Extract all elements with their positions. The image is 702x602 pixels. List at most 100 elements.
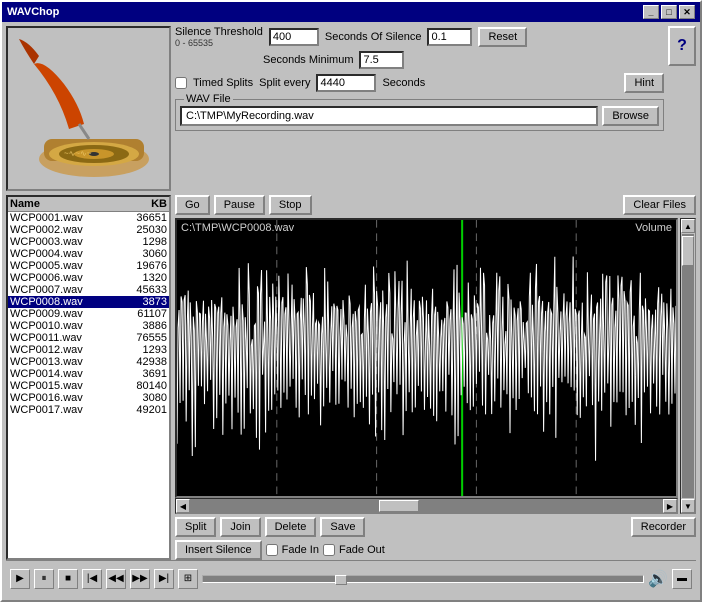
delete-button[interactable]: Delete: [265, 517, 317, 537]
list-item[interactable]: WCP0004.wav3060: [8, 248, 169, 260]
options-button[interactable]: ⊞: [178, 569, 198, 589]
fade-in-checkbox[interactable]: [266, 544, 278, 556]
file-kb: 61107: [112, 308, 167, 320]
split-every-input[interactable]: [316, 74, 376, 92]
play-button[interactable]: ▶: [10, 569, 30, 589]
stop-player-button[interactable]: ■: [58, 569, 78, 589]
file-kb: 19676: [112, 260, 167, 272]
file-kb: 3691: [112, 368, 167, 380]
file-kb: 36651: [112, 212, 167, 224]
bottom-buttons: Split Join Delete Save Recorder: [175, 517, 696, 537]
title-controls: _ □ ✕: [643, 5, 695, 19]
list-item[interactable]: WCP0007.wav45633: [8, 284, 169, 296]
file-name: WCP0011.wav: [10, 332, 112, 344]
file-kb: 1298: [112, 236, 167, 248]
scroll-track-h[interactable]: [190, 499, 663, 513]
list-item[interactable]: WCP0014.wav3691: [8, 368, 169, 380]
list-item[interactable]: WCP0012.wav1293: [8, 344, 169, 356]
file-list-panel[interactable]: Name KB WCP0001.wav36651WCP0002.wav25030…: [6, 195, 171, 560]
svg-text:~∿~∿~: ~∿~∿~: [64, 149, 92, 158]
file-kb: 76555: [112, 332, 167, 344]
hint-button[interactable]: Hint: [624, 73, 664, 93]
timed-splits-row: Timed Splits Split every Seconds Hint: [175, 73, 664, 93]
timed-splits-checkbox[interactable]: [175, 77, 187, 89]
help-button[interactable]: ?: [668, 26, 696, 66]
file-name: WCP0003.wav: [10, 236, 112, 248]
maximize-button[interactable]: □: [661, 5, 677, 19]
top-section: ~∿~∿~ Silence Threshold 0 - 65535 Secon: [6, 26, 696, 191]
wav-file-group: WAV File Browse: [175, 99, 664, 131]
save-button[interactable]: Save: [320, 517, 365, 537]
scroll-thumb-v[interactable]: [682, 236, 694, 266]
list-item[interactable]: WCP0011.wav76555: [8, 332, 169, 344]
scroll-up-button[interactable]: ▲: [681, 219, 695, 233]
wav-path-input[interactable]: [180, 106, 598, 126]
list-item[interactable]: WCP0016.wav3080: [8, 392, 169, 404]
close-button[interactable]: ✕: [679, 5, 695, 19]
go-button[interactable]: Go: [175, 195, 210, 215]
clear-files-button[interactable]: Clear Files: [623, 195, 696, 215]
file-kb: 42938: [112, 356, 167, 368]
list-item[interactable]: WCP0013.wav42938: [8, 356, 169, 368]
file-name: WCP0007.wav: [10, 284, 112, 296]
fade-in-label: Fade In: [282, 544, 319, 556]
silence-block: Silence Threshold 0 - 65535 Seconds Of S…: [175, 26, 664, 69]
file-kb: 80140: [112, 380, 167, 392]
player-track[interactable]: [202, 575, 644, 583]
file-list-header: Name KB: [8, 197, 169, 212]
stop-button[interactable]: Stop: [269, 195, 312, 215]
list-item[interactable]: WCP0017.wav49201: [8, 404, 169, 416]
browse-button[interactable]: Browse: [602, 106, 659, 126]
list-item[interactable]: WCP0005.wav19676: [8, 260, 169, 272]
reset-button[interactable]: Reset: [478, 27, 527, 47]
next-button[interactable]: ▶|: [154, 569, 174, 589]
list-item[interactable]: WCP0015.wav80140: [8, 380, 169, 392]
fade-out-checkbox[interactable]: [323, 544, 335, 556]
rew-button[interactable]: ◀◀: [106, 569, 126, 589]
pause-button[interactable]: Pause: [214, 195, 265, 215]
silence-threshold-label: Silence Threshold: [175, 26, 263, 38]
seconds-minimum-input[interactable]: [359, 51, 404, 69]
player-thumb[interactable]: [335, 575, 347, 585]
silence-threshold-row: Silence Threshold 0 - 65535 Seconds Of S…: [175, 26, 664, 48]
vertical-scrollbar[interactable]: ▲ ▼: [680, 218, 696, 514]
file-name: WCP0015.wav: [10, 380, 112, 392]
list-item[interactable]: WCP0010.wav3886: [8, 320, 169, 332]
silence-threshold-input[interactable]: [269, 28, 319, 46]
file-name: WCP0002.wav: [10, 224, 112, 236]
waveform-area[interactable]: C:\TMP\WCP0008.wav Volume: [175, 218, 678, 498]
join-button[interactable]: Join: [220, 517, 260, 537]
wav-file-legend: WAV File: [184, 93, 233, 105]
split-every-label: Split every: [259, 77, 310, 89]
scroll-right-button[interactable]: ▶: [663, 499, 677, 513]
volume-icon[interactable]: 🔊: [648, 569, 668, 589]
minimize-button[interactable]: _: [643, 5, 659, 19]
file-kb: 25030: [112, 224, 167, 236]
window-title: WAVChop: [7, 6, 59, 18]
list-item[interactable]: WCP0003.wav1298: [8, 236, 169, 248]
seconds-of-silence-label: Seconds Of Silence: [325, 31, 422, 43]
silence-threshold-range: 0 - 65535: [175, 38, 263, 48]
insert-silence-button[interactable]: Insert Silence: [175, 540, 262, 560]
controls-panel: Silence Threshold 0 - 65535 Seconds Of S…: [175, 26, 664, 191]
list-item[interactable]: WCP0006.wav1320: [8, 272, 169, 284]
recorder-button[interactable]: Recorder: [631, 517, 696, 537]
list-item[interactable]: WCP0001.wav36651: [8, 212, 169, 224]
player-bar: ▶ ⏸ ■ |◀ ◀◀ ▶▶ ▶| ⊞ 🔊 ▬: [6, 560, 696, 596]
right-panel: Go Pause Stop Clear Files C:\TMP\WCP0008…: [175, 195, 696, 560]
scroll-left-button[interactable]: ◀: [176, 499, 190, 513]
list-item[interactable]: WCP0009.wav61107: [8, 308, 169, 320]
list-item[interactable]: WCP0008.wav3873: [8, 296, 169, 308]
prev-button[interactable]: |◀: [82, 569, 102, 589]
horizontal-scrollbar[interactable]: ◀ ▶: [175, 498, 678, 514]
player-extra-button[interactable]: ▬: [672, 569, 692, 589]
timed-splits-label: Timed Splits: [193, 77, 253, 89]
scroll-thumb-h[interactable]: [379, 500, 419, 512]
seconds-of-silence-input[interactable]: [427, 28, 472, 46]
pause-player-button[interactable]: ⏸: [34, 569, 54, 589]
fwd-button[interactable]: ▶▶: [130, 569, 150, 589]
scroll-down-button[interactable]: ▼: [681, 499, 695, 513]
split-button[interactable]: Split: [175, 517, 216, 537]
file-name: WCP0016.wav: [10, 392, 112, 404]
list-item[interactable]: WCP0002.wav25030: [8, 224, 169, 236]
